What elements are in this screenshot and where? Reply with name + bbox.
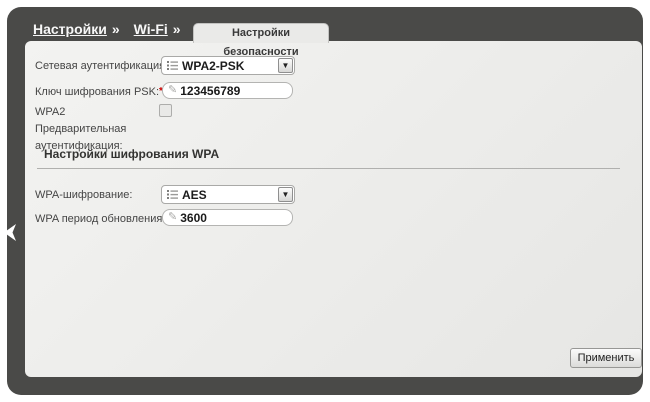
section-divider <box>37 168 620 169</box>
list-icon <box>167 60 178 71</box>
section-title-wpa: Настройки шифрования WPA <box>44 147 219 161</box>
apply-button[interactable]: Применить <box>570 348 642 368</box>
psk-key-label-text: Ключ шифрования PSK: <box>35 86 159 98</box>
breadcrumb-separator: » <box>112 21 120 37</box>
collapse-menu-arrow-icon[interactable] <box>4 224 17 246</box>
tab-security-settings[interactable]: Настройки безопасности <box>193 23 329 43</box>
network-auth-label: Сетевая аутентификация: <box>35 59 168 73</box>
psk-key-label: Ключ шифрования PSK:* <box>35 85 163 99</box>
breadcrumb-link-wifi[interactable]: Wi-Fi <box>134 21 168 37</box>
chevron-down-icon[interactable]: ▼ <box>278 187 293 202</box>
breadcrumb: Настройки » Wi-Fi » <box>33 21 190 37</box>
pencil-icon: ✎ <box>168 85 177 96</box>
list-icon <box>167 189 178 200</box>
psk-key-field: ✎ <box>162 82 293 99</box>
wpa2-preauth-checkbox[interactable] <box>159 104 172 117</box>
psk-key-input[interactable] <box>180 84 286 98</box>
wpa-encryption-label: WPA-шифрование: <box>35 188 132 202</box>
wpa-encryption-value: AES <box>182 188 207 202</box>
content-panel: Сетевая аутентификация: WPA2-PSK ▼ Ключ … <box>25 41 642 377</box>
wpa-encryption-select[interactable]: AES ▼ <box>161 185 295 204</box>
wpa-rekey-input[interactable] <box>180 211 286 225</box>
breadcrumb-separator: » <box>173 21 181 37</box>
wpa-rekey-field: ✎ <box>162 209 293 226</box>
breadcrumb-link-settings[interactable]: Настройки <box>33 21 107 37</box>
pencil-icon: ✎ <box>168 212 177 223</box>
